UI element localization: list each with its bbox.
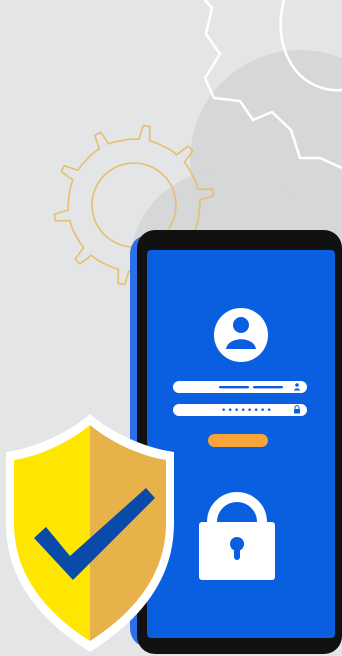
- smartphone: ••••••••: [130, 230, 342, 654]
- illustration-canvas: ••••••••: [6, 0, 342, 654]
- username-field[interactable]: [173, 381, 307, 393]
- password-mask: ••••••••: [221, 406, 273, 416]
- username-placeholder-line: [253, 386, 283, 389]
- password-field[interactable]: ••••••••: [173, 404, 307, 416]
- login-button[interactable]: [208, 434, 268, 447]
- user-icon: [214, 308, 268, 362]
- security-illustration: ••••••••: [0, 0, 342, 656]
- username-placeholder-line: [219, 386, 249, 389]
